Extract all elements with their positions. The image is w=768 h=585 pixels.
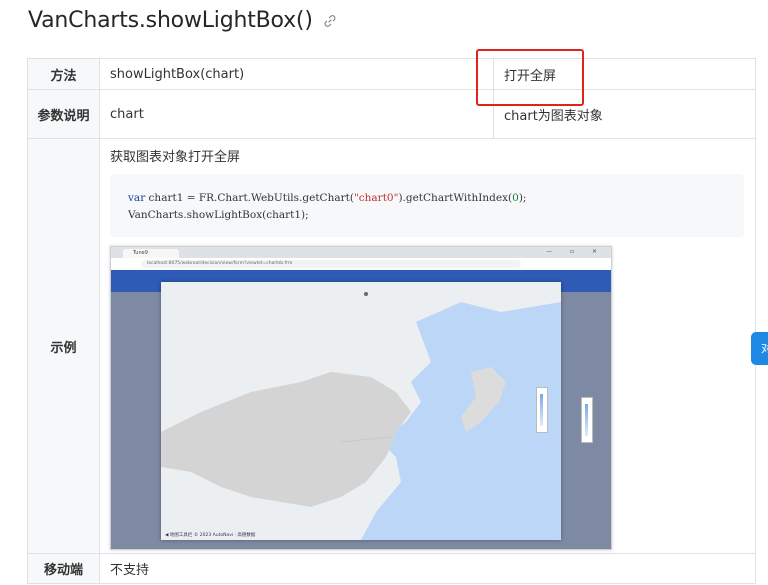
page-title: VanCharts.showLightBox() — [28, 8, 313, 33]
browser-tab: Tune9 — [123, 249, 179, 258]
code-line-2: VanCharts.showLightBox(chart1); — [128, 209, 309, 221]
table-row-params: 参数说明 chart chart为图表对象 — [27, 89, 756, 139]
method-description: 打开全屏 — [493, 58, 756, 90]
mobile-value: 不支持 — [99, 553, 756, 584]
method-label: 方法 — [27, 58, 100, 90]
map-footer: ◀ 地图工具栏 © 2023 AutoNavi · 高德数据 — [165, 533, 256, 538]
map-pin-icon — [364, 292, 368, 296]
lightbox-map: ◀ 地图工具栏 © 2023 AutoNavi · 高德数据 — [161, 282, 561, 540]
code-keyword: var — [128, 192, 146, 204]
browser-tab-strip: Tune9 — ▫ ✕ — [111, 247, 611, 258]
code-line-1: var chart1 = FR.Chart.WebUtils.getChart(… — [128, 190, 744, 207]
method-value: showLightBox(chart) — [99, 58, 494, 90]
example-screenshot: Tune9 — ▫ ✕ localhost:8075/webroot/decis… — [110, 246, 612, 550]
mobile-label: 移动端 — [27, 553, 100, 584]
page-header: VanCharts.showLightBox() — [28, 8, 337, 33]
api-table: 方法 showLightBox(chart) 打开全屏 参数说明 chart c… — [27, 58, 756, 584]
window-controls: — ▫ ✕ — [546, 248, 605, 255]
table-row-mobile: 移动端 不支持 — [27, 553, 756, 584]
link-icon[interactable] — [323, 14, 337, 28]
table-row-method: 方法 showLightBox(chart) 打开全屏 — [27, 58, 756, 90]
background-legend — [581, 397, 593, 443]
code-segment: ).getChartWithIndex( — [398, 192, 513, 204]
code-block: var chart1 = FR.Chart.WebUtils.getChart(… — [110, 174, 744, 237]
code-string: "chart0" — [353, 192, 399, 204]
table-row-example: 示例 获取图表对象打开全屏 var chart1 = FR.Chart.WebU… — [27, 138, 756, 554]
code-segment: chart1 = FR.Chart.WebUtils.getChart( — [145, 192, 354, 204]
params-description: chart为图表对象 — [493, 89, 756, 139]
example-label: 示例 — [27, 138, 100, 554]
url-text: localhost:8075/webroot/decision/view/for… — [141, 260, 521, 268]
feedback-float-button[interactable]: 对 — [751, 332, 768, 365]
params-value: chart — [99, 89, 494, 139]
code-number: 0 — [512, 192, 519, 204]
params-label: 参数说明 — [27, 89, 100, 139]
map-legend — [536, 387, 548, 433]
code-segment: ); — [518, 192, 527, 204]
example-description: 获取图表对象打开全屏 — [110, 150, 241, 165]
example-cell: 获取图表对象打开全屏 var chart1 = FR.Chart.WebUtil… — [99, 138, 756, 554]
map-graphic — [161, 282, 561, 540]
